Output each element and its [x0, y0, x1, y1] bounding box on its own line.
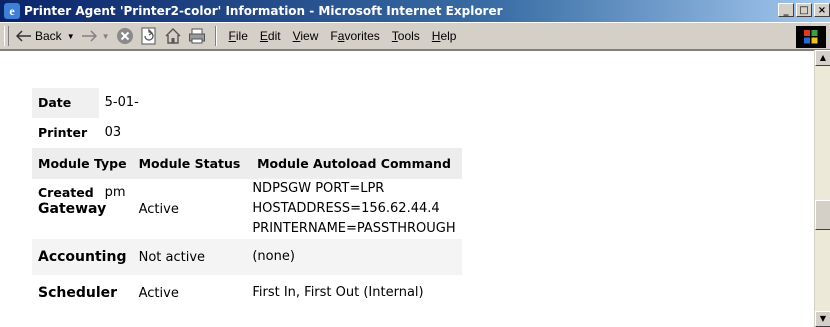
menu-edit[interactable]: Edit	[254, 29, 287, 43]
header-module-type: Module Type	[32, 148, 133, 179]
minimize-button[interactable]: _	[778, 3, 794, 17]
window-titlebar: e Printer Agent 'Printer2-color' Informa…	[0, 0, 830, 22]
back-dropdown-icon[interactable]: ▼	[67, 32, 75, 41]
header-autoload-command: Module Autoload Command	[246, 148, 462, 179]
vertical-scrollbar[interactable]: ▲ ▼	[814, 50, 830, 327]
back-label: Back	[35, 29, 62, 43]
window-title: Printer Agent 'Printer2-color' Informati…	[24, 4, 503, 18]
created-label: Date Printer Agent Created	[32, 88, 99, 200]
forward-dropdown-icon[interactable]: ▼	[102, 32, 110, 41]
table-row: Accounting Not active (none)	[32, 239, 462, 275]
refresh-button[interactable]	[137, 25, 161, 47]
browser-toolbar: Back ▼ ▼ File Edit View Favorites Tools …	[0, 22, 830, 50]
forward-arrow-icon	[81, 30, 97, 42]
stop-button[interactable]	[113, 25, 137, 47]
module-type-cell: Scheduler	[38, 285, 118, 301]
home-icon	[165, 28, 181, 44]
internet-explorer-icon: e	[4, 3, 20, 19]
back-button[interactable]: Back ▼	[13, 25, 78, 47]
module-status-cell: Not active	[132, 239, 247, 275]
menu-favorites[interactable]: Favorites	[324, 29, 385, 43]
header-module-status: Module Status	[132, 148, 247, 179]
refresh-icon	[141, 27, 156, 45]
windows-flag-icon	[804, 30, 818, 44]
close-button[interactable]: ×	[814, 3, 830, 17]
module-command-cell: First In, First Out (Internal)	[252, 285, 424, 300]
module-command-cell: NDPSGW PORT=LPR HOSTADDRESS=156.62.44.4 …	[246, 179, 461, 239]
module-type-cell: Gateway	[38, 201, 107, 217]
menu-view[interactable]: View	[287, 29, 325, 43]
table-row: Scheduler Active First In, First Out (In…	[32, 275, 462, 311]
maximize-button[interactable]: □	[796, 3, 812, 17]
window-controls: _ □ ×	[778, 3, 830, 17]
module-command-cell: (none)	[246, 239, 462, 275]
printer-icon	[188, 28, 205, 44]
windows-logo-throbber	[796, 26, 826, 48]
scroll-down-button[interactable]: ▼	[815, 311, 830, 327]
created-value: 5-01-03 12:35 pm	[104, 95, 142, 200]
home-button[interactable]	[161, 25, 185, 47]
toolbar-separator	[214, 26, 217, 46]
toolbar-grip[interactable]	[4, 26, 9, 46]
modules-table: Module Type Module Status Module Autoloa…	[32, 148, 462, 311]
table-row: Gateway Active NDPSGW PORT=LPR HOSTADDRE…	[32, 179, 462, 239]
menu-file[interactable]: File	[223, 29, 254, 43]
scroll-up-button[interactable]: ▲	[815, 50, 830, 66]
module-status-cell: Active	[138, 285, 179, 301]
created-row: Date Printer Agent Created 5-01-03 12:35…	[32, 88, 142, 200]
scroll-thumb[interactable]	[815, 200, 830, 230]
back-arrow-icon	[16, 30, 31, 42]
command-line-2: PRINTERNAME=PASSTHROUGH	[252, 221, 456, 236]
table-header-row: Module Type Module Status Module Autoloa…	[32, 148, 462, 179]
menu-help[interactable]: Help	[426, 29, 463, 43]
stop-icon	[116, 28, 133, 44]
module-status-cell: Active	[138, 201, 179, 217]
command-line-1: NDPSGW PORT=LPR HOSTADDRESS=156.62.44.4	[252, 181, 440, 216]
print-button[interactable]	[185, 25, 209, 47]
menu-tools[interactable]: Tools	[386, 29, 426, 43]
forward-button[interactable]: ▼	[78, 25, 113, 47]
module-type-cell: Accounting	[32, 239, 133, 275]
page-viewport: Date Printer Agent Created 5-01-03 12:35…	[0, 50, 814, 327]
